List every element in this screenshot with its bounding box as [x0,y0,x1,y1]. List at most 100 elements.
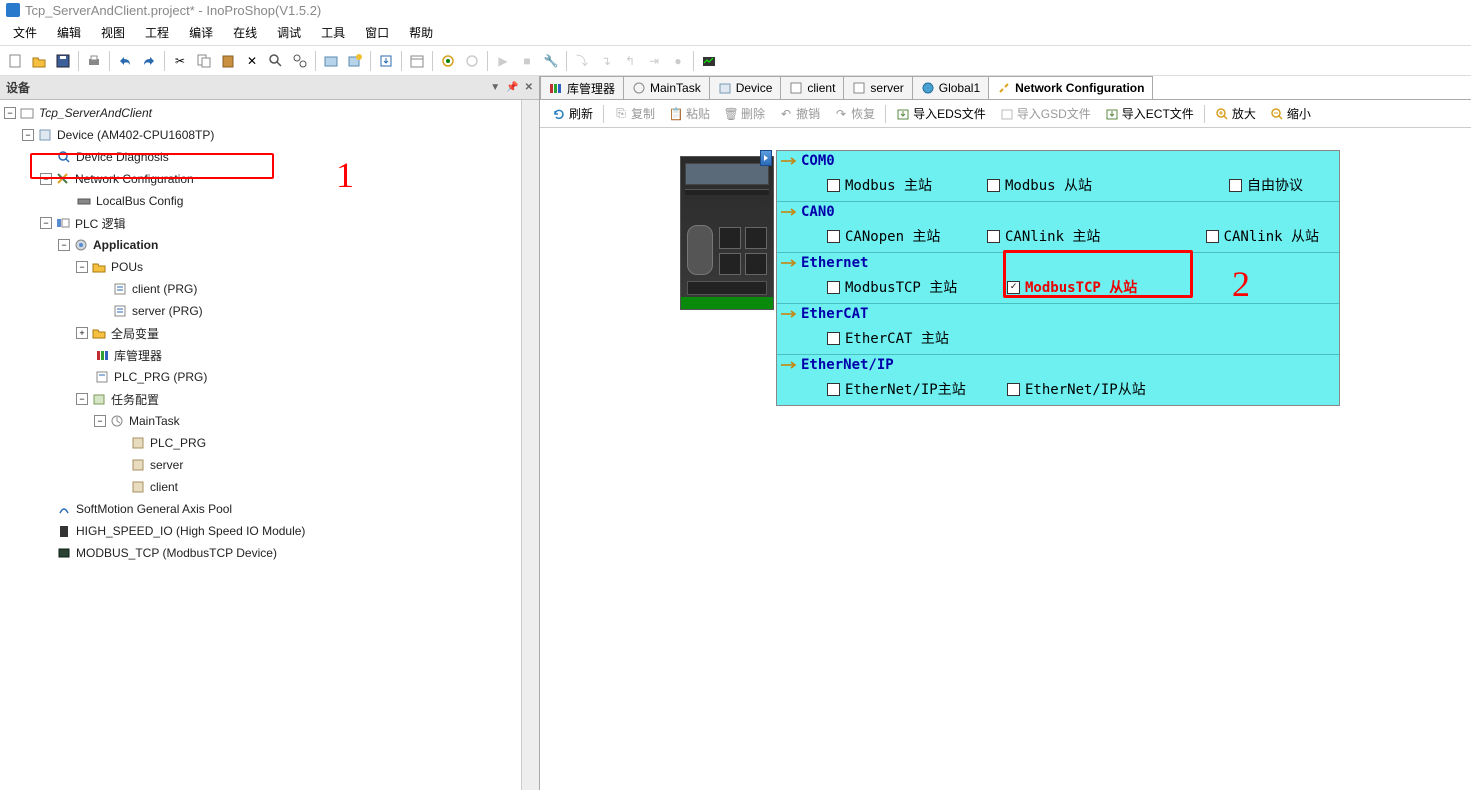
tree-application[interactable]: − Application [0,234,521,256]
cb-canlink-slave[interactable]: CANlink 从站 [1206,226,1319,246]
paste-button[interactable]: 📋粘贴 [663,103,716,124]
print-icon[interactable] [83,50,105,72]
plc-hardware-graphic[interactable] [680,156,776,312]
tab-device[interactable]: Device [709,76,782,99]
undo-button[interactable]: ↶撤销 [773,103,826,124]
cb-modbus-master[interactable]: Modbus 主站 [827,175,977,195]
tab-global1[interactable]: Global1 [912,76,989,99]
step-out-icon[interactable]: ↰ [619,50,641,72]
expand-icon[interactable]: − [58,239,70,251]
copy-button[interactable]: ⎘复制 [608,103,661,124]
expand-icon[interactable]: − [4,107,16,119]
tab-maintask[interactable]: MainTask [623,76,710,99]
tree-root[interactable]: − Tcp_ServerAndClient [0,102,521,124]
step-into-icon[interactable]: ↴ [595,50,617,72]
cb-ethercat-master[interactable]: EtherCAT 主站 [827,328,977,348]
tree-task-config[interactable]: − 任务配置 [0,388,521,410]
tree-highspeed-io[interactable]: HIGH_SPEED_IO (High Speed IO Module) [0,520,521,542]
tree-task-client[interactable]: client [0,476,521,498]
copy-icon[interactable] [193,50,215,72]
zoom-out-button[interactable]: 缩小 [1264,103,1317,124]
find-icon[interactable] [265,50,287,72]
tab-network-config[interactable]: Network Configuration [988,76,1153,99]
run-cursor-icon[interactable]: ⇥ [643,50,665,72]
cut-icon[interactable]: ✂ [169,50,191,72]
tree-diagnosis[interactable]: Device Diagnosis [0,146,521,168]
zoom-in-button[interactable]: 放大 [1209,103,1262,124]
cb-modbus-slave[interactable]: Modbus 从站 [987,175,1147,195]
menu-online[interactable]: 在线 [223,20,267,45]
tree-global-vars[interactable]: + 全局变量 [0,322,521,344]
expand-icon[interactable]: + [76,327,88,339]
trace-icon[interactable] [698,50,720,72]
tree-task-server[interactable]: server [0,454,521,476]
tab-server[interactable]: server [843,76,912,99]
breakpoint-icon[interactable]: ● [667,50,689,72]
tree-server[interactable]: server (PRG) [0,300,521,322]
panel-pin-icon[interactable]: 📌 [506,82,518,93]
redo-button[interactable]: ↷恢复 [828,103,881,124]
menu-view[interactable]: 视图 [91,20,135,45]
cb-canlink-master[interactable]: CANlink 主站 [987,226,1137,246]
tree-localbus[interactable]: LocalBus Config [0,190,521,212]
delete-icon[interactable]: ✕ [241,50,263,72]
undo-icon[interactable] [114,50,136,72]
tree-pous[interactable]: − POUs [0,256,521,278]
open-icon[interactable] [28,50,50,72]
tree-main-task[interactable]: − MainTask [0,410,521,432]
slider-handle[interactable] [760,150,772,166]
calendar-icon[interactable] [406,50,428,72]
redo-icon[interactable] [138,50,160,72]
new-icon[interactable] [4,50,26,72]
menu-tools[interactable]: 工具 [311,20,355,45]
download-icon[interactable] [375,50,397,72]
cb-modbustcp-master[interactable]: ModbusTCP 主站 [827,277,997,297]
project-icon[interactable] [320,50,342,72]
tree-plc-logic[interactable]: − PLC 逻辑 [0,212,521,234]
expand-icon[interactable]: − [40,217,52,229]
expand-icon[interactable]: − [40,173,52,185]
tree-modbus-tcp[interactable]: MODBUS_TCP (ModbusTCP Device) [0,542,521,564]
delete-button[interactable]: 🗑删除 [718,103,771,124]
menu-compile[interactable]: 编译 [179,20,223,45]
refresh-button[interactable]: 刷新 [546,103,599,124]
cb-ethernetip-slave[interactable]: EtherNet/IP从站 [1007,379,1157,399]
tree-task-plcprg[interactable]: PLC_PRG [0,432,521,454]
tab-client[interactable]: client [780,76,844,99]
tree-lib-mgr[interactable]: 库管理器 [0,344,521,366]
logout-icon[interactable] [461,50,483,72]
tab-lib-mgr[interactable]: 库管理器 [540,76,624,99]
expand-icon[interactable]: − [94,415,106,427]
find-replace-icon[interactable] [289,50,311,72]
step-over-icon[interactable]: ⤵ [571,50,593,72]
tree-client[interactable]: client (PRG) [0,278,521,300]
import-gsd-button[interactable]: 导入GSD文件 [994,103,1097,124]
menu-file[interactable]: 文件 [3,20,47,45]
tree-plc-prg[interactable]: PLC_PRG (PRG) [0,366,521,388]
expand-icon[interactable]: − [76,393,88,405]
tree-device[interactable]: − Device (AM402-CPU1608TP) [0,124,521,146]
expand-icon[interactable]: − [22,129,34,141]
cb-canopen-master[interactable]: CANopen 主站 [827,226,977,246]
menu-project[interactable]: 工程 [135,20,179,45]
run-icon[interactable]: ▶ [492,50,514,72]
cb-ethernetip-master[interactable]: EtherNet/IP主站 [827,379,997,399]
login-icon[interactable] [437,50,459,72]
menu-debug[interactable]: 调试 [267,20,311,45]
menu-edit[interactable]: 编辑 [47,20,91,45]
stop-icon[interactable]: ■ [516,50,538,72]
paste-icon[interactable] [217,50,239,72]
import-eds-button[interactable]: 导入EDS文件 [890,103,992,124]
menu-window[interactable]: 窗口 [355,20,399,45]
cb-free-protocol[interactable]: 自由协议 [1229,175,1319,195]
menu-help[interactable]: 帮助 [399,20,443,45]
import-ect-button[interactable]: 导入ECT文件 [1099,103,1200,124]
panel-dropdown-icon[interactable]: ▼ [490,82,500,93]
tree-network-config[interactable]: − Network Configuration [0,168,521,190]
config-canvas[interactable]: COM0 Modbus 主站 Modbus 从站 自由协议 CAN0 CANop… [540,128,1471,790]
expand-icon[interactable]: − [76,261,88,273]
build-icon[interactable] [344,50,366,72]
panel-close-icon[interactable]: ✕ [525,82,533,93]
tree-axis-pool[interactable]: SoftMotion General Axis Pool [0,498,521,520]
tree-scrollbar[interactable] [521,100,539,790]
